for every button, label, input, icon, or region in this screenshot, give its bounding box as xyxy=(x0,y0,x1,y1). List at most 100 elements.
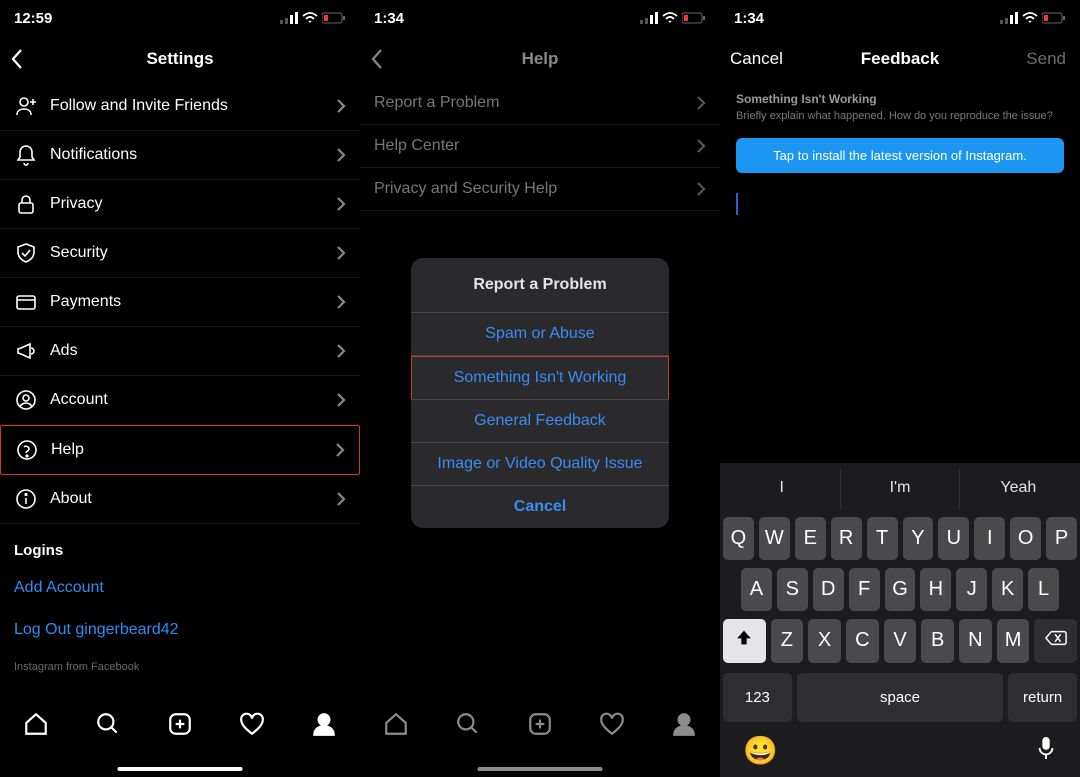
key-o[interactable]: O xyxy=(1010,517,1041,560)
key-t[interactable]: T xyxy=(867,517,898,560)
sheet-title: Report a Problem xyxy=(411,258,669,313)
update-banner[interactable]: Tap to install the latest version of Ins… xyxy=(736,138,1064,173)
sheet-spam[interactable]: Spam or Abuse xyxy=(411,313,669,356)
key-p[interactable]: P xyxy=(1046,517,1077,560)
chevron-right-icon xyxy=(696,181,706,197)
chevron-right-icon xyxy=(336,147,346,163)
key-c[interactable]: C xyxy=(846,619,879,663)
row-label: About xyxy=(50,490,336,508)
key-i[interactable]: I xyxy=(974,517,1005,560)
row-label: Help Center xyxy=(374,137,696,155)
tab-home[interactable] xyxy=(383,711,409,742)
add-account-link[interactable]: Add Account xyxy=(0,567,360,609)
row-about[interactable]: About xyxy=(0,475,360,524)
help-icon xyxy=(15,438,39,462)
key-q[interactable]: Q xyxy=(723,517,754,560)
tab-activity[interactable] xyxy=(239,711,265,742)
tab-search[interactable] xyxy=(95,711,121,742)
shield-icon xyxy=(14,241,38,265)
status-bar: 12:59 xyxy=(0,0,360,36)
keyboard-toolbar: 😀 xyxy=(723,722,1077,771)
key-u[interactable]: U xyxy=(938,517,969,560)
sheet-quality[interactable]: Image or Video Quality Issue xyxy=(411,443,669,486)
row-label: Payments xyxy=(50,293,336,311)
account-icon xyxy=(14,388,38,412)
wifi-icon xyxy=(1022,12,1038,24)
row-privacy-help[interactable]: Privacy and Security Help xyxy=(360,168,720,211)
emoji-button[interactable]: 😀 xyxy=(743,734,778,767)
key-v[interactable]: V xyxy=(884,619,917,663)
row-privacy[interactable]: Privacy xyxy=(0,180,360,229)
home-indicator xyxy=(478,767,603,771)
chevron-right-icon xyxy=(336,245,346,261)
chevron-right-icon xyxy=(696,95,706,111)
suggestion[interactable]: Yeah xyxy=(960,469,1077,509)
sheet-feedback[interactable]: General Feedback xyxy=(411,400,669,443)
key-l[interactable]: L xyxy=(1028,568,1059,611)
row-account[interactable]: Account xyxy=(0,376,360,425)
key-w[interactable]: W xyxy=(759,517,790,560)
tab-new-post[interactable] xyxy=(167,711,193,742)
log-out-link[interactable]: Log Out gingerbeard42 xyxy=(0,609,360,651)
key-j[interactable]: J xyxy=(956,568,987,611)
key-n[interactable]: N xyxy=(959,619,992,663)
key-e[interactable]: E xyxy=(795,517,826,560)
row-label: Help xyxy=(51,441,335,459)
key-s[interactable]: S xyxy=(777,568,808,611)
status-bar: 1:34 xyxy=(720,0,1080,36)
battery-icon xyxy=(1042,12,1066,24)
sheet-not-working[interactable]: Something Isn't Working xyxy=(411,356,669,400)
wifi-icon xyxy=(662,12,678,24)
tab-activity[interactable] xyxy=(599,711,625,742)
status-time: 12:59 xyxy=(14,10,52,27)
key-shift[interactable] xyxy=(723,619,766,663)
suggestion[interactable]: I'm xyxy=(841,469,959,509)
chevron-right-icon xyxy=(336,196,346,212)
key-z[interactable]: Z xyxy=(771,619,804,663)
row-payments[interactable]: Payments xyxy=(0,278,360,327)
key-y[interactable]: Y xyxy=(903,517,934,560)
dictation-button[interactable] xyxy=(1035,734,1057,767)
lock-icon xyxy=(14,192,38,216)
sheet-cancel[interactable]: Cancel xyxy=(411,486,669,528)
row-invite-friends[interactable]: Follow and Invite Friends xyxy=(0,82,360,131)
key-k[interactable]: K xyxy=(992,568,1023,611)
key-a[interactable]: A xyxy=(741,568,772,611)
key-m[interactable]: M xyxy=(997,619,1030,663)
key-space[interactable]: space xyxy=(797,673,1003,722)
status-icons xyxy=(640,12,706,24)
key-b[interactable]: B xyxy=(921,619,954,663)
wifi-icon xyxy=(302,12,318,24)
text-cursor[interactable] xyxy=(736,193,738,215)
chevron-right-icon xyxy=(336,491,346,507)
key-f[interactable]: F xyxy=(849,568,880,611)
key-numbers[interactable]: 123 xyxy=(723,673,792,722)
tab-profile[interactable] xyxy=(311,711,337,742)
cellular-icon xyxy=(280,12,298,24)
key-r[interactable]: R xyxy=(831,517,862,560)
send-button[interactable]: Send xyxy=(1026,49,1066,69)
key-g[interactable]: G xyxy=(885,568,916,611)
suggestion[interactable]: I xyxy=(723,469,841,509)
chevron-right-icon xyxy=(336,343,346,359)
row-security[interactable]: Security xyxy=(0,229,360,278)
key-delete[interactable] xyxy=(1034,619,1077,663)
row-label: Privacy and Security Help xyxy=(374,180,696,198)
row-notifications[interactable]: Notifications xyxy=(0,131,360,180)
key-x[interactable]: X xyxy=(808,619,841,663)
key-h[interactable]: H xyxy=(920,568,951,611)
nav-title: Help xyxy=(360,49,720,69)
row-help[interactable]: Help xyxy=(0,425,360,475)
row-ads[interactable]: Ads xyxy=(0,327,360,376)
key-d[interactable]: D xyxy=(813,568,844,611)
tab-profile[interactable] xyxy=(671,711,697,742)
tab-home[interactable] xyxy=(23,711,49,742)
row-report-problem[interactable]: Report a Problem xyxy=(360,82,720,125)
cellular-icon xyxy=(1000,12,1018,24)
tab-new-post[interactable] xyxy=(527,711,553,742)
row-help-center[interactable]: Help Center xyxy=(360,125,720,168)
key-return[interactable]: return xyxy=(1008,673,1077,722)
tab-bar xyxy=(0,699,360,777)
tab-search[interactable] xyxy=(455,711,481,742)
status-time: 1:34 xyxy=(374,10,404,27)
